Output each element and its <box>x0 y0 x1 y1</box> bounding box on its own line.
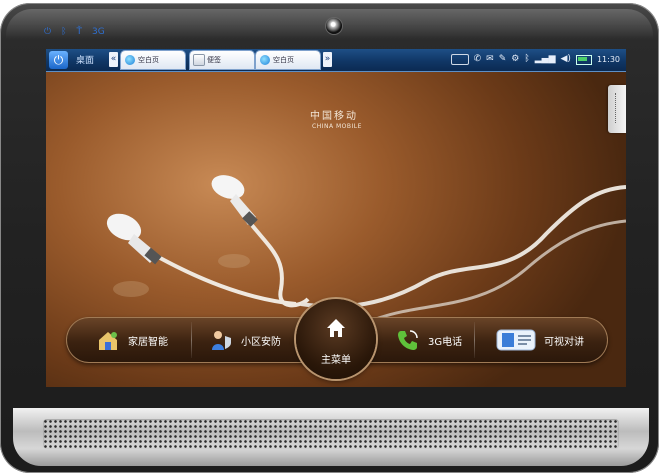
operator-name: 中国移动 <box>310 111 358 122</box>
video-intercom-icon <box>496 329 536 351</box>
side-panel-handle[interactable] <box>608 85 626 133</box>
tab-notes[interactable]: 便签 <box>190 51 254 69</box>
phone-status-icon[interactable]: ✆ <box>474 53 482 66</box>
dock-label: 3G电话 <box>428 336 463 348</box>
dock-label: 可视对讲 <box>544 336 584 348</box>
main-menu-button[interactable]: 主菜单 <box>296 299 376 379</box>
keyboard-icon[interactable] <box>450 54 469 65</box>
camera-icon <box>326 18 342 34</box>
speaker-bar <box>13 408 649 466</box>
home-icon <box>327 319 345 337</box>
tab-label: 便签 <box>207 56 221 64</box>
message-icon[interactable]: ✎ <box>499 53 507 66</box>
status-leds: ⏻ ᛒ Ť 3G <box>44 27 105 37</box>
browser-icon <box>260 55 270 65</box>
screen: ⏻ 桌面 « 空白页 便签 空白页 » ✆ ✉ ✎ ⚙ ᛒ ▂▄▆ ◀) 11:… <box>46 49 626 387</box>
dock-item-security[interactable]: 小区安防 <box>199 317 299 363</box>
wifi-led-icon: Ť <box>76 27 83 37</box>
power-led-icon: ⏻ <box>44 27 52 37</box>
bluetooth-icon[interactable]: ᛒ <box>524 53 529 66</box>
signal-icon[interactable]: ▂▄▆ <box>535 53 556 66</box>
main-menu-label: 主菜单 <box>321 355 351 366</box>
settings-icon[interactable]: ⚙ <box>511 53 519 66</box>
desktop-link[interactable]: 桌面 <box>76 53 94 66</box>
dock-item-video-intercom[interactable]: 可视对讲 <box>486 317 606 363</box>
battery-icon[interactable] <box>575 54 592 65</box>
tab-label: 空白页 <box>138 56 159 64</box>
clock: 11:30 <box>596 55 620 64</box>
volume-icon[interactable]: ◀) <box>561 53 571 66</box>
dock-divider <box>191 322 192 358</box>
tabs-prev-button[interactable]: « <box>109 52 118 67</box>
smart-home-icon <box>99 332 117 350</box>
dock-label: 小区安防 <box>241 336 281 348</box>
bluetooth-led-icon: ᛒ <box>61 27 67 37</box>
mail-icon[interactable]: ✉ <box>486 53 494 66</box>
power-menu-button[interactable]: ⏻ <box>49 51 68 69</box>
security-icon <box>212 331 231 350</box>
taskbar: ⏻ 桌面 « 空白页 便签 空白页 » ✆ ✉ ✎ ⚙ ᛒ ▂▄▆ ◀) 11:… <box>46 49 626 72</box>
tab-blank-page-1[interactable]: 空白页 <box>121 51 185 69</box>
dock-item-3g-phone[interactable]: 3G电话 <box>386 317 476 363</box>
tab-label: 空白页 <box>273 56 294 64</box>
note-icon <box>194 55 204 65</box>
handle-grip-icon <box>615 93 618 123</box>
3g-led-icon: 3G <box>92 27 105 37</box>
speaker-grill <box>43 419 619 449</box>
system-tray: ✆ ✉ ✎ ⚙ ᛒ ▂▄▆ ◀) 11:30 <box>450 53 620 66</box>
operator-name-en: CHINA MOBILE <box>312 123 362 130</box>
tabs-next-button[interactable]: » <box>323 52 332 67</box>
tab-blank-page-2[interactable]: 空白页 <box>256 51 320 69</box>
phone-icon <box>398 330 418 350</box>
dock-item-smart-home[interactable]: 家居智能 <box>86 317 186 363</box>
browser-icon <box>125 55 135 65</box>
dock-label: 家居智能 <box>128 336 168 348</box>
